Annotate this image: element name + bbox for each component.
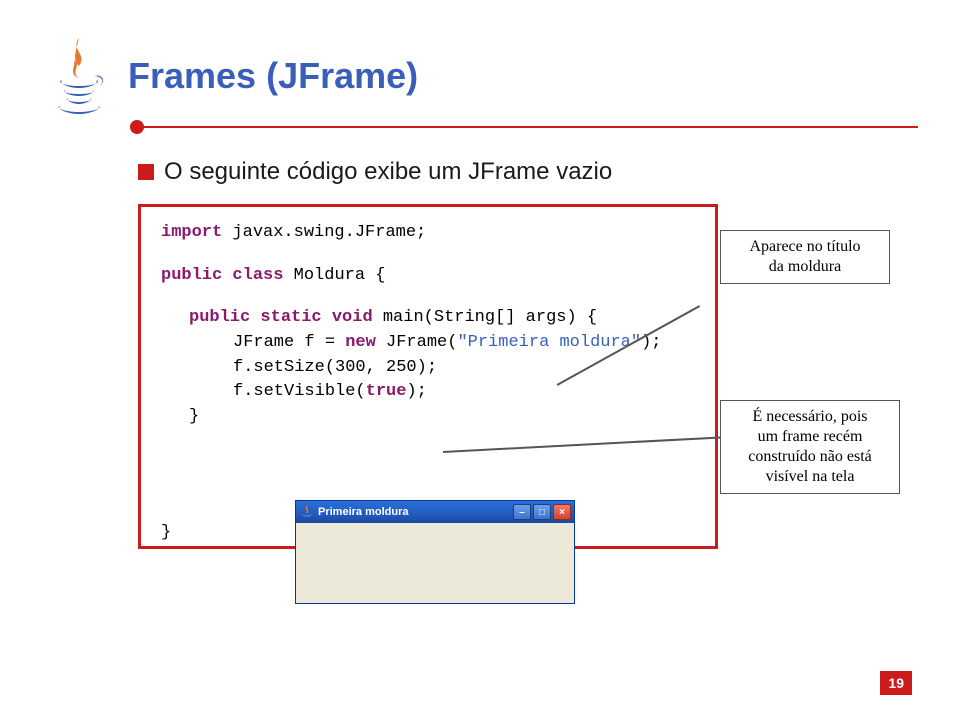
callout-text: um frame recém: [731, 427, 889, 447]
maximize-icon: □: [533, 504, 551, 520]
bullet-text: O seguinte código exibe um JFrame vazio: [164, 158, 612, 186]
callout-text: Aparece no título: [731, 237, 879, 257]
callout-text: construído não está: [731, 447, 889, 467]
close-icon: ×: [553, 504, 571, 520]
minimize-icon: –: [513, 504, 531, 520]
mock-window: Primeira moldura – □ ×: [295, 500, 575, 604]
window-controls: – □ ×: [513, 504, 571, 520]
code-line: f.setVisible(true);: [161, 380, 695, 405]
code-line: }: [161, 405, 695, 430]
callout-text: visível na tela: [731, 467, 889, 487]
code-line: import javax.swing.JFrame;: [161, 221, 695, 246]
page-number: 19: [880, 671, 912, 695]
callout-title-note: Aparece no título da moldura: [720, 230, 890, 284]
slide: Frames (JFrame) O seguinte código exibe …: [0, 0, 960, 723]
callout-visible-note: É necessário, pois um frame recém constr…: [720, 400, 900, 494]
slide-title: Frames (JFrame): [128, 55, 418, 97]
mock-window-title: Primeira moldura: [318, 506, 408, 518]
bullet-square-icon: [138, 164, 154, 180]
bullet-row: O seguinte código exibe um JFrame vazio: [138, 158, 912, 186]
callout-text: da moldura: [731, 257, 879, 277]
code-box: import javax.swing.JFrame; public class …: [138, 204, 718, 549]
mock-window-body: [296, 523, 574, 603]
code-line: f.setSize(300, 250);: [161, 356, 695, 381]
mock-window-titlebar: Primeira moldura – □ ×: [296, 501, 574, 523]
java-cup-icon: [300, 505, 314, 519]
callout-text: É necessário, pois: [731, 407, 889, 427]
java-logo: [48, 32, 110, 120]
code-line: public static void main(String[] args) {: [161, 306, 695, 331]
code-line: public class Moldura {: [161, 264, 695, 289]
header: Frames (JFrame): [48, 32, 912, 120]
